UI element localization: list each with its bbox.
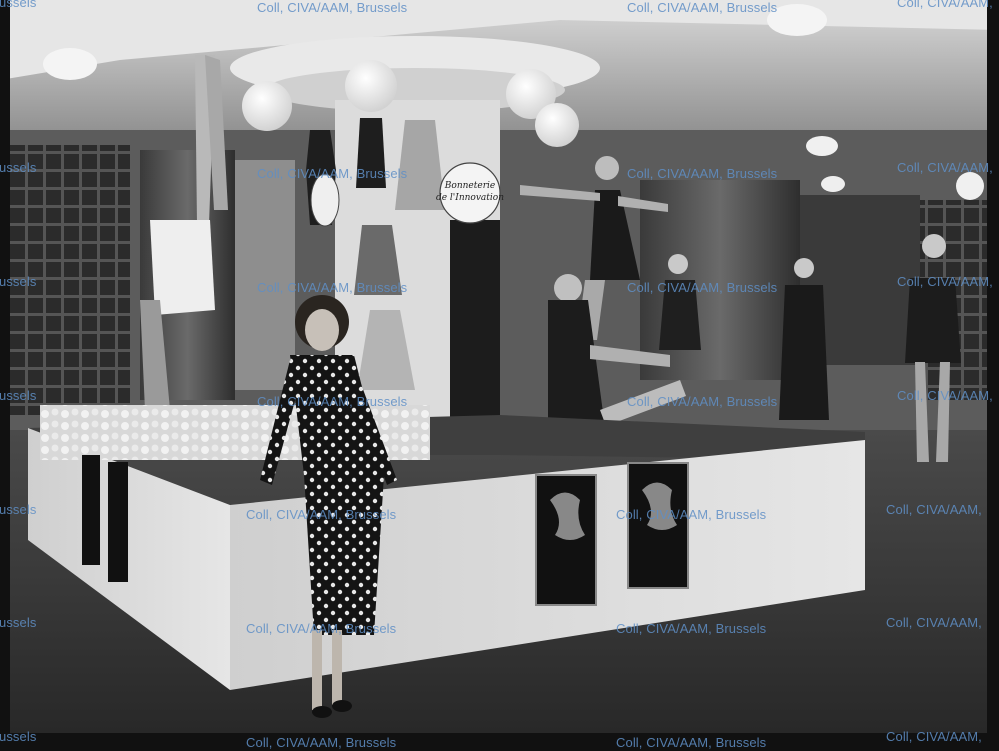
watermark-text: Coll, CIVA/AAM, bbox=[886, 615, 982, 630]
watermark-text: Coll, CIVA/AAM, bbox=[897, 388, 993, 403]
sign-line-2: de l'Innovation bbox=[436, 193, 504, 203]
watermark-text: Coll, CIVA/AAM, Brussels bbox=[257, 394, 408, 409]
watermark-text: ussels bbox=[0, 615, 37, 630]
watermark-text: Coll, CIVA/AAM, Brussels bbox=[257, 0, 408, 15]
watermark-text: Coll, CIVA/AAM, bbox=[886, 729, 982, 744]
watermark-text: Coll, CIVA/AAM, bbox=[886, 502, 982, 517]
watermark-text: Coll, CIVA/AAM, Brussels bbox=[246, 507, 397, 522]
store-display-photo: Bonneterie de l'Innovation bbox=[0, 0, 999, 751]
watermark-text: Coll, CIVA/AAM, Brussels bbox=[627, 394, 778, 409]
watermark-text: ussels bbox=[0, 729, 37, 744]
watermark-text: Coll, CIVA/AAM, Brussels bbox=[616, 621, 767, 636]
watermark-text: ussels bbox=[0, 502, 37, 517]
watermark-text: Coll, CIVA/AAM, Brussels bbox=[257, 280, 408, 295]
watermark-text: ussels bbox=[0, 160, 37, 175]
watermark-text: Coll, CIVA/AAM, Brussels bbox=[627, 166, 778, 181]
watermark-text: Coll, CIVA/AAM, Brussels bbox=[257, 166, 408, 181]
watermark-text: Coll, CIVA/AAM, Brussels bbox=[246, 621, 397, 636]
watermark-text: ussels bbox=[0, 274, 37, 289]
watermark-text: Coll, CIVA/AAM, Brussels bbox=[616, 507, 767, 522]
photo-frame: Bonneterie de l'Innovation ussels Coll, … bbox=[0, 0, 999, 751]
watermark-text: Coll, CIVA/AAM, Brussels bbox=[616, 735, 767, 750]
watermark-text: Coll, CIVA/AAM, bbox=[897, 0, 993, 10]
watermark-text: Coll, CIVA/AAM, bbox=[897, 274, 993, 289]
watermark-text: ussels bbox=[0, 388, 37, 403]
watermark-text: Coll, CIVA/AAM, bbox=[897, 160, 993, 175]
watermark-text: ussels bbox=[0, 0, 37, 10]
watermark-text: Coll, CIVA/AAM, Brussels bbox=[627, 280, 778, 295]
watermark-text: Coll, CIVA/AAM, Brussels bbox=[627, 0, 778, 15]
sign-line-1: Bonneterie bbox=[444, 181, 495, 191]
watermark-text: Coll, CIVA/AAM, Brussels bbox=[246, 735, 397, 750]
